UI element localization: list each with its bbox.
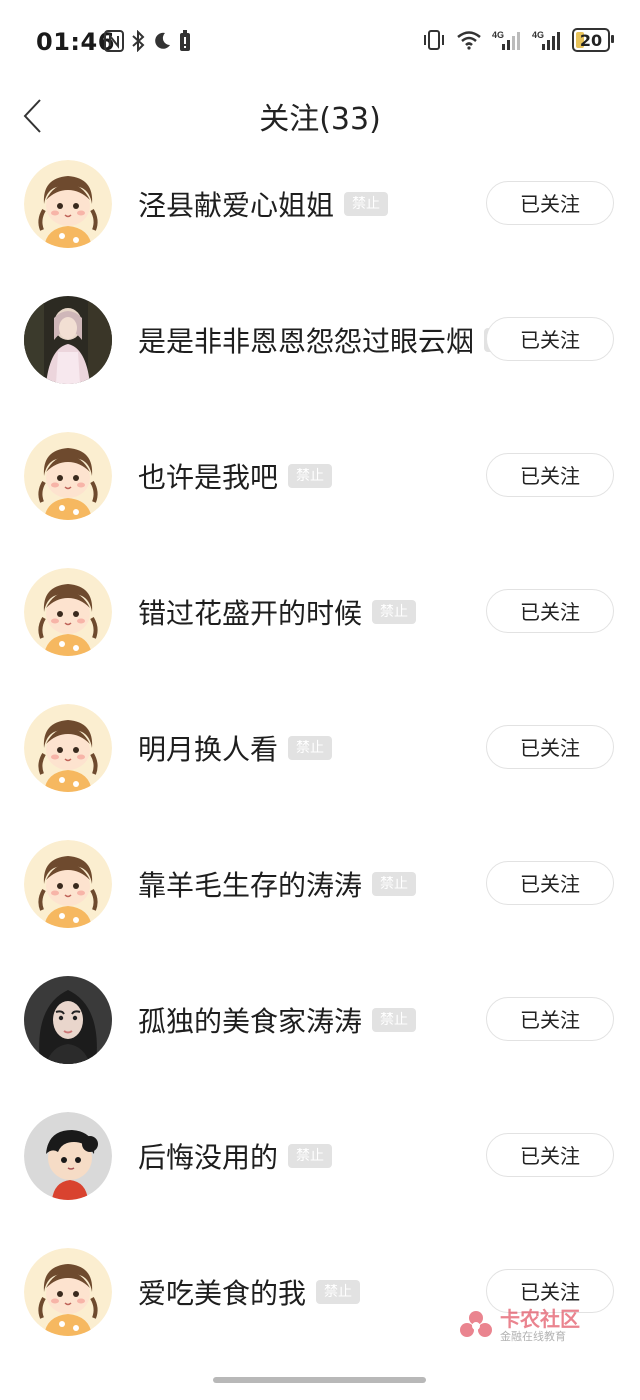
user-name-text: 孤独的美食家涛涛 <box>138 1005 363 1038</box>
vibrate-icon <box>424 30 444 50</box>
user-name[interactable]: 错过花盛开的时候 禁止 <box>138 592 417 632</box>
watermark-title: 卡农社区 <box>500 1307 580 1331</box>
home-indicator[interactable] <box>213 1377 426 1383</box>
list-item[interactable]: 错过花盛开的时候 禁止 已关注 <box>0 544 640 680</box>
following-button[interactable]: 已关注 <box>486 181 614 225</box>
moon-icon <box>155 32 170 49</box>
photo-woman-forest-avatar-icon <box>24 296 112 384</box>
user-name[interactable]: 后悔没用的 禁止 <box>138 1136 333 1176</box>
list-item[interactable]: 泾县献爱心姐姐 禁止 已关注 <box>0 136 640 272</box>
following-button[interactable]: 已关注 <box>486 997 614 1041</box>
avatar[interactable] <box>24 296 112 384</box>
following-button[interactable]: 已关注 <box>486 453 614 497</box>
following-list: 泾县献爱心姐姐禁止 已关注 是是非非恩恩怨怨过眼云烟禁止 已关注 <box>0 136 640 1360</box>
list-item[interactable]: 明月换人看 禁止 已关注 <box>0 680 640 816</box>
page-title: 关注(33) <box>259 102 381 137</box>
avatar[interactable] <box>24 976 112 1064</box>
ban-badge: 禁止 <box>288 1144 333 1168</box>
cartoon-girl-avatar-icon <box>24 160 112 248</box>
signal-4g-icon-1: 4G <box>492 30 520 50</box>
photo-woman-portrait-avatar-icon <box>24 976 112 1064</box>
user-name-text: 泾县献爱心姐姐 <box>138 189 335 222</box>
wifi-icon <box>457 31 481 50</box>
user-name[interactable]: 爱吃美食的我 禁止 <box>138 1272 361 1312</box>
following-button[interactable]: 已关注 <box>486 317 614 361</box>
user-name-text: 也许是我吧 <box>138 461 279 494</box>
user-name-text: 靠羊毛生存的涛涛 <box>138 869 363 902</box>
cartoon-girl-avatar-icon <box>24 432 112 520</box>
user-name-text: 是是非非恩恩怨怨过眼云烟 <box>138 325 475 358</box>
avatar[interactable] <box>24 568 112 656</box>
status-right-icons: 4G 4G 20 <box>422 28 614 52</box>
ban-badge: 禁止 <box>372 1008 417 1032</box>
ban-badge: 禁止 <box>288 736 333 760</box>
list-item[interactable]: 孤独的美食家涛涛 禁止 已关注 <box>0 952 640 1088</box>
list-item[interactable]: 后悔没用的 禁止 已关注 <box>0 1088 640 1224</box>
ban-badge: 禁止 <box>288 464 333 488</box>
following-button[interactable]: 已关注 <box>486 589 614 633</box>
ban-badge: 禁止 <box>372 872 417 896</box>
user-name[interactable]: 孤独的美食家涛涛 禁止 <box>138 1000 417 1040</box>
user-name-text: 明月换人看 <box>138 733 279 766</box>
user-name[interactable]: 靠羊毛生存的涛涛 禁止 <box>138 864 417 904</box>
cartoon-girl-avatar-icon <box>24 1248 112 1336</box>
user-name-text: 后悔没用的 <box>138 1141 279 1174</box>
list-item[interactable]: 靠羊毛生存的涛涛 禁止 已关注 <box>0 816 640 952</box>
following-button[interactable]: 已关注 <box>486 861 614 905</box>
cartoon-girl-avatar-icon <box>24 704 112 792</box>
battery-alert-icon <box>180 30 190 51</box>
list-item[interactable]: 是是非非恩恩怨怨过眼云烟禁止 已关注 <box>0 272 640 408</box>
signal-4g-icon-2: 4G <box>532 30 560 50</box>
avatar[interactable] <box>24 1248 112 1336</box>
cartoon-girl-avatar-icon <box>24 840 112 928</box>
following-button[interactable]: 已关注 <box>486 1133 614 1177</box>
watermark: 卡农社区 金融在线教育 <box>458 1308 580 1344</box>
following-button[interactable]: 已关注 <box>486 725 614 769</box>
user-name[interactable]: 明月换人看 禁止 <box>138 728 333 768</box>
status-left-icons <box>104 30 192 52</box>
user-name-text: 爱吃美食的我 <box>138 1277 307 1310</box>
ban-badge: 禁止 <box>372 600 417 624</box>
nfc-icon <box>104 30 124 52</box>
user-name[interactable]: 是是非非恩恩怨怨过眼云烟禁止 <box>138 320 529 360</box>
kanong-logo-icon <box>460 1311 492 1337</box>
status-bar: 01:46 4G 4G 20 <box>0 0 640 86</box>
svg-text:4G: 4G <box>492 30 504 40</box>
watermark-subtitle: 金融在线教育 <box>500 1330 566 1343</box>
user-name[interactable]: 也许是我吧 禁止 <box>138 456 333 496</box>
avatar[interactable] <box>24 840 112 928</box>
svg-text:4G: 4G <box>532 30 544 40</box>
cartoon-kid-avatar-icon <box>24 1112 112 1200</box>
ban-badge: 禁止 <box>344 192 389 216</box>
bluetooth-icon <box>132 30 145 52</box>
cartoon-girl-avatar-icon <box>24 568 112 656</box>
avatar[interactable] <box>24 704 112 792</box>
ban-badge: 禁止 <box>316 1280 361 1304</box>
avatar[interactable] <box>24 160 112 248</box>
battery-level: 20 <box>579 30 603 50</box>
battery-icon: 20 <box>572 28 614 52</box>
avatar[interactable] <box>24 432 112 520</box>
user-name[interactable]: 泾县献爱心姐姐 禁止 <box>138 184 389 224</box>
user-name-text: 错过花盛开的时候 <box>138 597 363 630</box>
list-item[interactable]: 也许是我吧 禁止 已关注 <box>0 408 640 544</box>
avatar[interactable] <box>24 1112 112 1200</box>
